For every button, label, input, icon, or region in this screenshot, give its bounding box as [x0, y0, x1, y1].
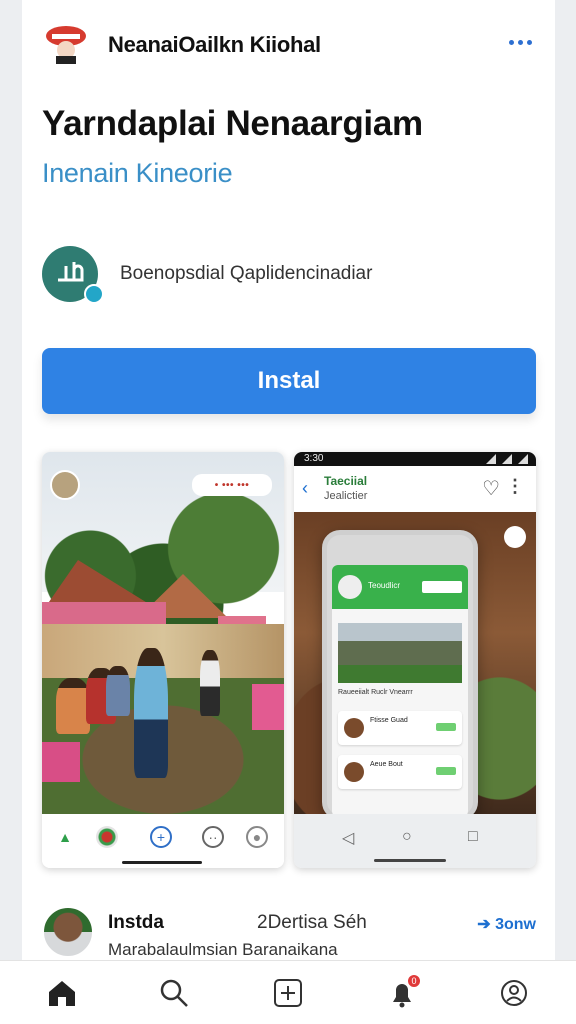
- list-item: Aeue Bout: [338, 755, 462, 789]
- app-bar: NeanaiOailkn Kiiohal: [22, 10, 555, 80]
- recent-apps-icon: □: [468, 828, 478, 845]
- header-subtitle: Jealictier: [324, 490, 368, 502]
- screenshot-2-header: ‹ Taeciial Jealictier ♡ ⋮: [294, 466, 536, 512]
- village-scene-image: • ••• •••: [42, 452, 284, 814]
- profile-icon: ●: [246, 826, 268, 848]
- review-link[interactable]: ➔ 3onw: [477, 914, 536, 934]
- avatar: [344, 762, 364, 782]
- nav-profile[interactable]: [494, 973, 534, 1013]
- screenshot-1-nav: ▲ + ·· ●: [42, 814, 284, 868]
- app-name: NeanaiOailkn Kiiohal: [108, 32, 321, 57]
- reviewer-name: Instda: [108, 912, 164, 933]
- camera-icon: [504, 526, 526, 548]
- back-icon: ◁: [342, 830, 355, 847]
- home-indicator: [122, 861, 202, 864]
- home-icon: [49, 981, 75, 1006]
- review-text: Marabalaulmsian Baranaikana: [108, 940, 338, 959]
- status-time: 3:30: [304, 453, 324, 464]
- verified-badge-icon: [84, 284, 104, 304]
- app-title: Yarndaplai Nenaargiam: [42, 104, 423, 143]
- profile-icon: [501, 980, 527, 1006]
- screenshot-2-nav: ◁ ○ □: [294, 814, 536, 868]
- home-indicator: [374, 859, 446, 862]
- review-meta: 2Dertisa Séh: [257, 912, 367, 933]
- more-options-button[interactable]: [505, 32, 535, 52]
- back-icon: ‹: [302, 478, 308, 498]
- signal-icon: [486, 454, 496, 464]
- wifi-icon: [502, 454, 512, 464]
- add-icon: +: [150, 826, 172, 848]
- avatar: [50, 470, 80, 500]
- install-button[interactable]: Instal: [42, 348, 536, 414]
- header-title: Taeciial: [324, 474, 368, 488]
- brand-logo-icon: [46, 26, 86, 64]
- camera-icon: [96, 826, 118, 848]
- battery-icon: [518, 454, 528, 464]
- add-icon: [274, 979, 302, 1007]
- nav-notifications[interactable]: 0: [382, 973, 422, 1013]
- review-item[interactable]: Instda 2Dertisa Séh ➔ 3onw Marabalaulmsi…: [42, 906, 536, 962]
- overlay-label: • ••• •••: [192, 474, 272, 496]
- screenshot-2[interactable]: 3:30 ‹ Taeciial Jealictier ♡ ⋮ Teoudlicr: [294, 452, 536, 868]
- heart-icon: ♡: [482, 478, 500, 500]
- search-icon: [160, 979, 188, 1007]
- developer-name[interactable]: Boenopsdial Qaplidencinadiar: [120, 263, 372, 285]
- chat-icon: ··: [202, 826, 224, 848]
- list-item: Ftisse Guad: [338, 711, 462, 745]
- screenshot-1[interactable]: • ••• ••• ▲ + ·· ●: [42, 452, 284, 868]
- more-vertical-icon: ⋮: [506, 476, 524, 496]
- phone-mockup: Teoudlicr Raueeiialt Ruclr Vnearrr Ftiss…: [322, 530, 478, 820]
- phone-title: Teoudlicr: [368, 581, 401, 590]
- app-subtitle-link[interactable]: Inenain Kineorie: [42, 158, 233, 189]
- nav-home[interactable]: [42, 973, 82, 1013]
- phone-caption: Raueeiialt Ruclr Vnearrr: [338, 689, 413, 696]
- bottom-navigation: 0: [0, 960, 576, 1024]
- home-icon: ○: [402, 828, 412, 845]
- screenshot-2-status-bar: 3:30: [294, 452, 536, 466]
- nav-search[interactable]: [154, 973, 194, 1013]
- avatar: [42, 906, 94, 958]
- notification-badge: 0: [406, 973, 422, 989]
- phone-image: [338, 623, 462, 683]
- app-detail-sheet: NeanaiOailkn Kiiohal Yarndaplai Nenaargi…: [22, 0, 555, 1024]
- nav-add[interactable]: [268, 973, 308, 1013]
- more-horizontal-icon: [508, 39, 514, 45]
- app-icon: ▲: [58, 829, 72, 845]
- avatar: [338, 575, 362, 599]
- avatar: [344, 718, 364, 738]
